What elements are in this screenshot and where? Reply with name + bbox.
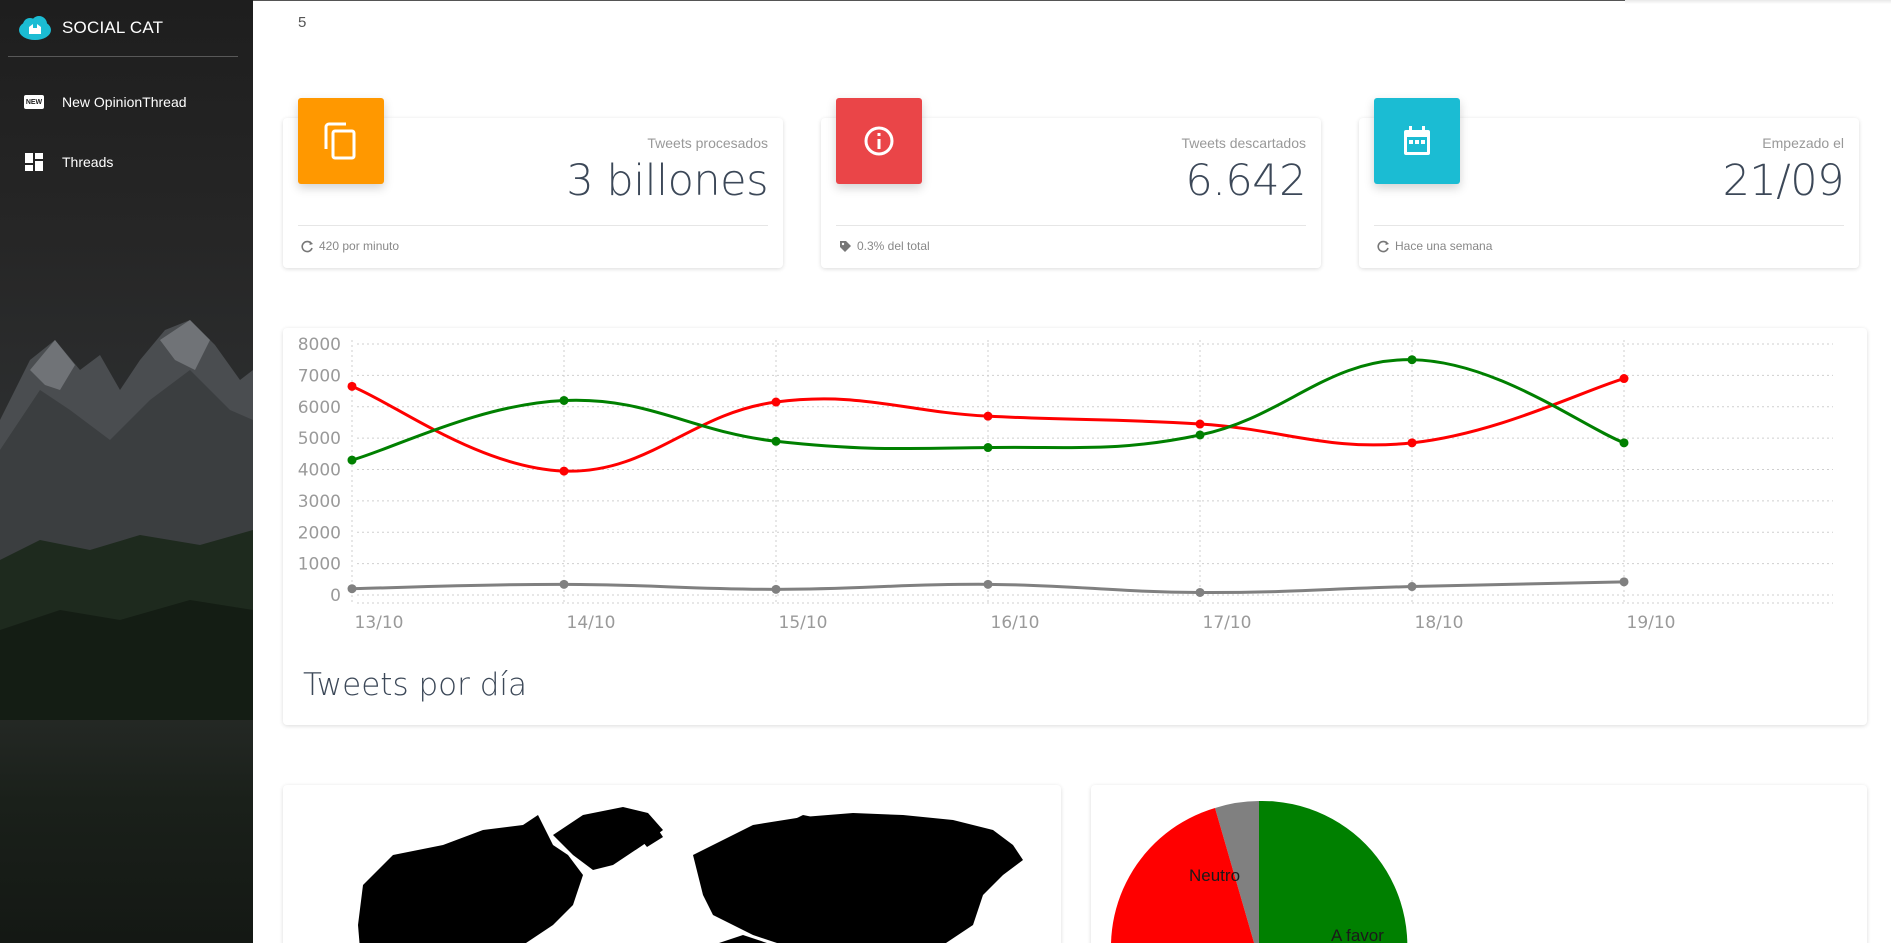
- sidebar: SOCIAL CAT NEW New OpinionThread Threads: [0, 0, 253, 943]
- page-number: 5: [298, 14, 307, 31]
- x-tick-label: 16/10: [991, 613, 1040, 633]
- data-point-series-1: [347, 455, 357, 465]
- data-point-series-2: [1195, 587, 1205, 597]
- y-tick-label: 8000: [298, 335, 341, 355]
- data-point-series-2: [771, 584, 781, 594]
- new-badge-icon: NEW: [24, 94, 44, 110]
- data-point-series-1: [1619, 438, 1629, 448]
- stat-card-empezado-el: Empezado el 21/09 Hace una semana: [1359, 98, 1859, 268]
- data-point-series-1: [559, 395, 569, 405]
- cloud-logo-icon: [19, 16, 51, 40]
- x-tick-label: 15/10: [779, 613, 828, 633]
- stat-value: 3 billones: [566, 156, 768, 206]
- data-point-series-1: [1407, 355, 1417, 365]
- data-point-series-1: [983, 443, 993, 453]
- data-point-series-0: [1619, 374, 1629, 384]
- data-point-series-1: [771, 436, 781, 446]
- pie-slice-a-favor[interactable]: [1259, 800, 1408, 943]
- pie-label-neutro: Neutro: [1189, 866, 1240, 885]
- brand-name: SOCIAL CAT: [62, 18, 164, 37]
- data-point-series-0: [771, 397, 781, 407]
- calendar-icon: [1374, 98, 1460, 184]
- stat-footer: 0.3% del total: [839, 239, 930, 253]
- x-tick-label: 13/10: [355, 613, 404, 633]
- data-point-series-1: [1195, 430, 1205, 440]
- tweets-per-day-chart-card: 0 1000 2000 3000 4000 5000 6000 7000 8000 13/10 14…: [283, 328, 1867, 725]
- new-badge-text: NEW: [24, 95, 44, 109]
- stat-footer-text: Hace una semana: [1395, 239, 1493, 253]
- x-tick-label: 17/10: [1203, 613, 1252, 633]
- sidebar-item-new-opinion-thread[interactable]: NEW New OpinionThread: [24, 94, 187, 110]
- sidebar-item-label: New OpinionThread: [62, 94, 187, 110]
- stat-category: Tweets descartados: [1181, 135, 1306, 151]
- stat-footer-text: 0.3% del total: [857, 239, 930, 253]
- y-tick-label: 5000: [298, 429, 341, 449]
- stat-divider: [1374, 225, 1844, 226]
- stat-category: Empezado el: [1762, 135, 1844, 151]
- stat-category: Tweets procesados: [647, 135, 768, 151]
- y-tick-label: 0: [330, 586, 341, 606]
- refresh-icon: [301, 239, 315, 253]
- y-tick-label: 2000: [298, 523, 341, 543]
- data-point-series-2: [1619, 577, 1629, 587]
- data-point-series-0: [1407, 438, 1417, 448]
- refresh-icon: [1377, 239, 1391, 253]
- world-map-card: [283, 785, 1061, 943]
- series-line-0: [351, 377, 1625, 473]
- data-point-series-0: [1195, 419, 1205, 429]
- data-point-series-0: [559, 466, 569, 476]
- y-tick-label: 6000: [298, 398, 341, 418]
- y-tick-label: 7000: [298, 366, 341, 386]
- data-point-series-2: [1407, 582, 1417, 592]
- stat-card-tweets-procesados: Tweets procesados 3 billones 420 por min…: [283, 98, 783, 268]
- data-point-series-2: [983, 579, 993, 589]
- top-shadow: [1625, 0, 1891, 4]
- y-tick-label: 4000: [298, 461, 341, 481]
- info-icon: [836, 98, 922, 184]
- y-tick-label: 1000: [298, 555, 341, 575]
- stat-divider: [836, 225, 1306, 226]
- brand[interactable]: SOCIAL CAT: [18, 10, 163, 46]
- stat-value: 21/09: [1722, 156, 1845, 206]
- data-point-series-2: [347, 584, 357, 594]
- stat-card-tweets-descartados: Tweets descartados 6.642 0.3% del total: [821, 98, 1321, 268]
- stat-footer: 420 por minuto: [301, 239, 399, 253]
- data-point-series-2: [559, 579, 569, 589]
- stat-divider: [298, 225, 768, 226]
- data-point-series-0: [347, 381, 357, 391]
- pie-label-a-favor: A favor: [1331, 926, 1384, 943]
- sentiment-pie-chart: Neutro A favor: [1111, 800, 1408, 943]
- data-point-series-0: [983, 411, 993, 421]
- copy-icon: [298, 98, 384, 184]
- sidebar-divider: [8, 56, 238, 57]
- line-chart: 0 1000 2000 3000 4000 5000 6000 7000 8000 13/10 14…: [298, 335, 1833, 633]
- x-tick-label: 18/10: [1415, 613, 1464, 633]
- sentiment-pie-card: Neutro A favor: [1091, 785, 1867, 943]
- world-map[interactable]: [283, 785, 1061, 943]
- sidebar-background-image: [0, 320, 253, 720]
- sidebar-item-label: Threads: [62, 154, 114, 170]
- tag-icon: [839, 239, 853, 253]
- stat-footer-text: 420 por minuto: [319, 239, 400, 253]
- dashboard-icon: [24, 153, 44, 171]
- y-tick-label: 3000: [298, 492, 341, 512]
- sidebar-item-threads[interactable]: Threads: [24, 153, 114, 171]
- x-tick-label: 19/10: [1627, 613, 1676, 633]
- stat-value: 6.642: [1185, 156, 1306, 206]
- stat-footer: Hace una semana: [1377, 239, 1492, 253]
- chart-title: Tweets por día: [303, 667, 527, 703]
- x-tick-label: 14/10: [567, 613, 616, 633]
